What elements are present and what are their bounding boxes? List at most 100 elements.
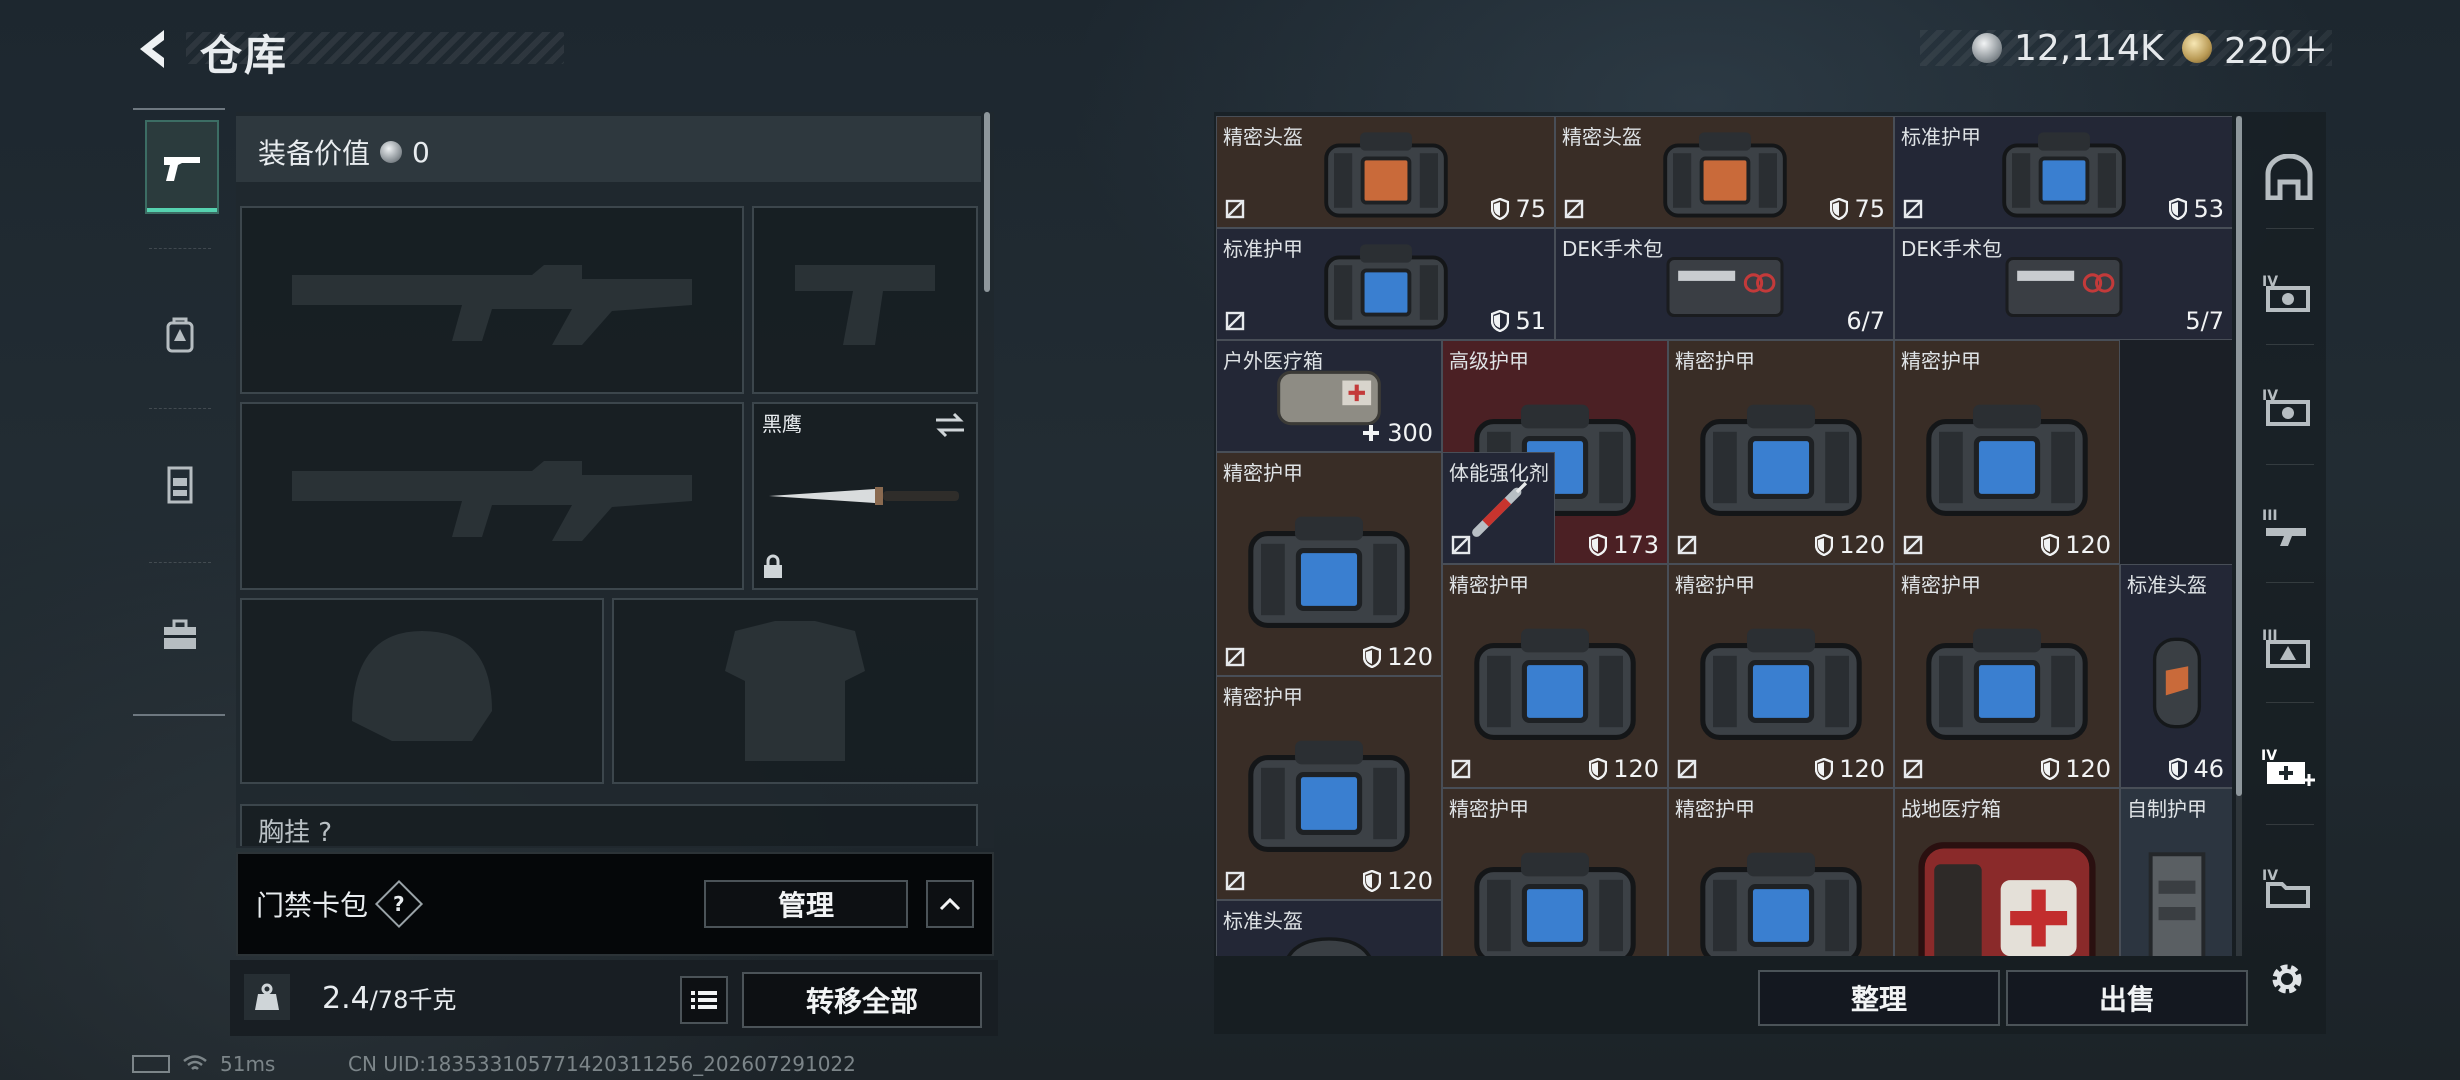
stash-tab-3[interactable]: III <box>2258 496 2320 558</box>
stash-item-value: 300 <box>1361 419 1433 447</box>
stash-item-value-text: 120 <box>1839 755 1885 783</box>
stash-item-image <box>1696 398 1866 524</box>
tabs-separator <box>2266 702 2314 703</box>
stash-item[interactable]: 精密护甲 120 <box>1894 340 2120 564</box>
weight-readout: 2.4/78千克 <box>322 980 456 1016</box>
armor-bag-icon <box>1323 244 1448 330</box>
shield-icon <box>2041 534 2060 556</box>
sell-button[interactable]: 出售 <box>2006 970 2248 1026</box>
stash-item-value-text: 6/7 <box>1846 307 1885 335</box>
stash-item[interactable]: 精密护甲 120 <box>1894 564 2120 788</box>
equipment-value-label: 装备价值 <box>258 137 371 170</box>
stash-tab-storage[interactable]: IV <box>2258 856 2320 918</box>
weight-icon <box>244 974 290 1020</box>
collapse-button[interactable] <box>926 880 974 928</box>
stash-item-value: 120 <box>2041 531 2111 559</box>
slot-melee[interactable]: 黑鹰 <box>752 402 978 590</box>
stash-tier-icon: IV <box>2262 868 2310 908</box>
stash-item[interactable]: 标准护甲 53 <box>1894 116 2232 228</box>
list-view-button[interactable] <box>680 976 728 1024</box>
stash-item[interactable]: 战地医疗箱 <box>1894 788 2120 956</box>
stash-item[interactable]: 标准头盔 <box>1216 900 1442 956</box>
manage-button[interactable]: 管理 <box>704 880 908 928</box>
shield-icon <box>1491 198 1510 220</box>
transfer-all-button[interactable]: 转移全部 <box>742 972 982 1028</box>
stash-item-image <box>1970 253 2156 324</box>
currency-gold[interactable]: 220＋ <box>2182 26 2329 72</box>
stash-item[interactable]: 精密护甲 120 <box>1442 564 1668 788</box>
rail-tab-backpack[interactable] <box>145 290 215 380</box>
stash-item-value: 120 <box>1589 755 1659 783</box>
stash-item[interactable]: DEK手术包 5/7 <box>1894 228 2232 340</box>
stash-item[interactable]: 标准护甲 51 <box>1216 228 1555 340</box>
stash-tier-icon: IV <box>2262 388 2310 426</box>
slot-body-armor[interactable] <box>612 598 978 784</box>
help-icon[interactable]: ? <box>374 879 424 929</box>
stash-item-value: 173 <box>1589 531 1659 559</box>
settings-button[interactable] <box>2262 954 2312 1004</box>
armor-bag-icon <box>1926 404 2088 516</box>
medical-tab-icon: IV <box>2261 748 2315 786</box>
shield-icon <box>1589 534 1608 556</box>
stash-item-value: 53 <box>2169 195 2224 223</box>
armor-bag-icon <box>1474 852 1636 956</box>
stash-item-name: 精密头盔 <box>1223 125 1303 149</box>
rifle-silhouette-icon <box>292 461 692 541</box>
wifi-icon <box>183 1055 207 1070</box>
stash-tab-4[interactable]: IV <box>2258 262 2320 324</box>
slot-primary-weapon[interactable] <box>240 206 744 394</box>
stash-item[interactable]: 体能强化剂 <box>1442 452 1555 564</box>
rail-tab-weapons[interactable] <box>145 120 219 214</box>
stash-item-image <box>1696 622 1866 748</box>
stash-item[interactable]: DEK手术包 6/7 <box>1555 228 1894 340</box>
stash-item-name: 精密护甲 <box>1223 461 1303 485</box>
stash-item-value-text: 120 <box>1387 867 1433 895</box>
sort-button[interactable]: 整理 <box>1758 970 2000 1026</box>
stash-item-value: 120 <box>2041 755 2111 783</box>
stash-tab-4b[interactable]: IV <box>2258 376 2320 438</box>
svg-text:III: III <box>2262 508 2278 524</box>
stash-item-value: 120 <box>1815 755 1885 783</box>
stash-item[interactable]: 精密护甲 <box>1442 788 1668 956</box>
stash-item-value-text: 173 <box>1613 531 1659 559</box>
slot-secondary-weapon[interactable] <box>240 402 744 590</box>
stash-item[interactable]: 标准头盔 46 <box>2120 564 2232 788</box>
stimulant-syringe-icon <box>1471 482 1527 538</box>
slot-pistol[interactable] <box>752 206 978 394</box>
stash-item-image <box>1922 398 2092 524</box>
stash-item[interactable]: 户外医疗箱 300 <box>1216 340 1442 452</box>
stash-item[interactable]: 精密头盔 75 <box>1555 116 1894 228</box>
rail-separator <box>149 562 211 563</box>
armor-bag-icon <box>1248 740 1410 852</box>
rail-tab-toolbox[interactable] <box>145 590 215 680</box>
slot-helmet[interactable] <box>240 598 604 784</box>
slot-chest-rig[interactable] <box>240 804 978 846</box>
tabs-separator <box>2266 824 2314 825</box>
no-mod-icon <box>1225 647 1245 667</box>
stash-item[interactable]: 精密头盔 75 <box>1216 116 1555 228</box>
stash-item[interactable]: 精密护甲 120 <box>1216 676 1442 900</box>
rail-tab-vest[interactable] <box>145 440 215 530</box>
rail-separator <box>149 248 211 249</box>
back-button[interactable] <box>130 24 180 74</box>
surgery-kit-icon <box>1665 257 1784 318</box>
stash-tab-all[interactable] <box>2258 146 2320 208</box>
no-mod-icon <box>1564 199 1584 219</box>
swap-icon[interactable] <box>934 412 966 438</box>
stash-item[interactable]: 精密护甲 <box>1668 788 1894 956</box>
stash-item[interactable]: 精密护甲 120 <box>1668 564 1894 788</box>
stash-tab-medical[interactable]: IV <box>2258 736 2320 798</box>
stash-tier-icon: III <box>2262 628 2310 668</box>
stash-grid: 精密头盔 75 精密头盔 75 标准护甲 53 标准护甲 51 DEK手术包 6… <box>1216 116 2232 956</box>
no-mod-icon <box>1903 199 1923 219</box>
stash-scrollbar[interactable] <box>2236 116 2242 796</box>
stash-item[interactable]: 精密护甲 120 <box>1668 340 1894 564</box>
knife-icon <box>769 487 959 505</box>
stash-item-name: 精密头盔 <box>1562 125 1642 149</box>
stash-item[interactable]: 精密护甲 120 <box>1216 452 1442 676</box>
melee-name: 黑鹰 <box>762 412 802 436</box>
stash-item[interactable]: 自制护甲 <box>2120 788 2232 956</box>
stash-tab-3b[interactable]: III <box>2258 616 2320 678</box>
equipment-scrollbar[interactable] <box>984 112 990 292</box>
stash-item-value-text: 300 <box>1387 419 1433 447</box>
